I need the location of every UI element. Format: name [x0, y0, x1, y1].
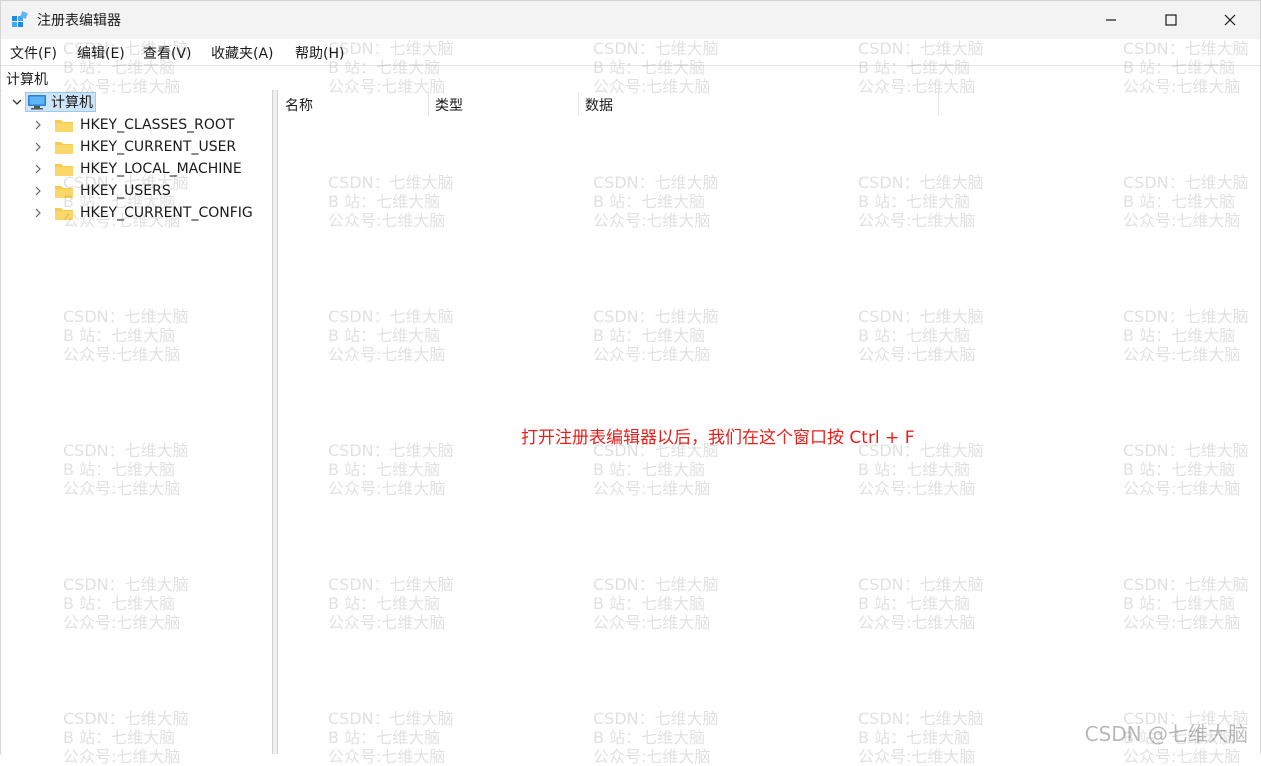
column-header-label: 数据 [585, 98, 613, 114]
close-icon [1224, 14, 1236, 26]
tree-item-label: HKEY_CURRENT_CONFIG [80, 205, 253, 221]
tree-item-hkey-classes-root[interactable]: HKEY_CLASSES_ROOT [32, 115, 234, 135]
column-header-type[interactable]: 类型 [428, 90, 578, 116]
maximize-button[interactable] [1141, 1, 1201, 39]
tree-item-label: HKEY_CURRENT_USER [80, 139, 237, 155]
column-header-label: 类型 [435, 98, 463, 114]
tree-root-selected[interactable]: 计算机 [25, 92, 96, 112]
menu-edit[interactable]: 编辑(E) [77, 43, 125, 63]
folder-icon [55, 119, 73, 132]
tree-item-hkey-current-config[interactable]: HKEY_CURRENT_CONFIG [32, 203, 253, 223]
tree-item-hkey-users[interactable]: HKEY_USERS [32, 181, 171, 201]
menu-favorites[interactable]: 收藏夹(A) [211, 43, 274, 63]
chevron-down-icon[interactable] [11, 96, 23, 108]
folder-icon [55, 163, 73, 176]
folder-icon [55, 207, 73, 220]
address-bar[interactable]: 计算机 [1, 65, 1260, 91]
menu-file[interactable]: 文件(F) [10, 43, 57, 63]
tree-item-label: HKEY_LOCAL_MACHINE [80, 161, 242, 177]
key-tree-pane[interactable]: 计算机 HKEY_CLASSES_ROOT HKEY_CURRENT_USER … [2, 90, 273, 754]
registry-editor-window: 注册表编辑器 文件(F) 编辑(E) 查看(V) 收藏夹(A) 帮助(H) 计算… [0, 0, 1261, 766]
tree-root-label: 计算机 [51, 95, 93, 111]
minimize-button[interactable] [1081, 1, 1141, 39]
menu-view[interactable]: 查看(V) [143, 43, 192, 63]
tree-item-hkey-local-machine[interactable]: HKEY_LOCAL_MACHINE [32, 159, 242, 179]
watermark-corner: CSDN @七维大脑 [1084, 722, 1248, 746]
registry-app-icon [12, 11, 28, 27]
folder-icon [55, 141, 73, 154]
maximize-icon [1165, 14, 1177, 26]
minimize-icon [1106, 19, 1116, 21]
column-divider[interactable] [938, 92, 939, 116]
address-path: 计算机 [6, 72, 48, 88]
column-header-label: 名称 [285, 98, 313, 114]
title-bar[interactable]: 注册表编辑器 [1, 1, 1260, 39]
column-header-data[interactable]: 数据 [578, 90, 938, 116]
annotation-text: 打开注册表编辑器以后，我们在这个窗口按 Ctrl + F [521, 428, 915, 448]
folder-icon [55, 185, 73, 198]
menu-help[interactable]: 帮助(H) [295, 43, 344, 63]
tree-item-label: HKEY_USERS [80, 183, 171, 199]
close-button[interactable] [1200, 1, 1260, 39]
chevron-right-icon[interactable] [32, 207, 44, 219]
chevron-right-icon[interactable] [32, 185, 44, 197]
chevron-right-icon[interactable] [32, 141, 44, 153]
tree-item-label: HKEY_CLASSES_ROOT [80, 117, 235, 133]
window-title: 注册表编辑器 [37, 13, 121, 29]
computer-icon [28, 95, 46, 110]
values-list-pane[interactable]: 名称 类型 数据 [278, 90, 1260, 754]
tree-root-row[interactable]: 计算机 [11, 92, 96, 112]
menu-bar: 文件(F) 编辑(E) 查看(V) 收藏夹(A) 帮助(H) [1, 39, 1260, 65]
tree-item-hkey-current-user[interactable]: HKEY_CURRENT_USER [32, 137, 236, 157]
chevron-right-icon[interactable] [32, 163, 44, 175]
column-header-name[interactable]: 名称 [278, 90, 428, 116]
chevron-right-icon[interactable] [32, 119, 44, 131]
